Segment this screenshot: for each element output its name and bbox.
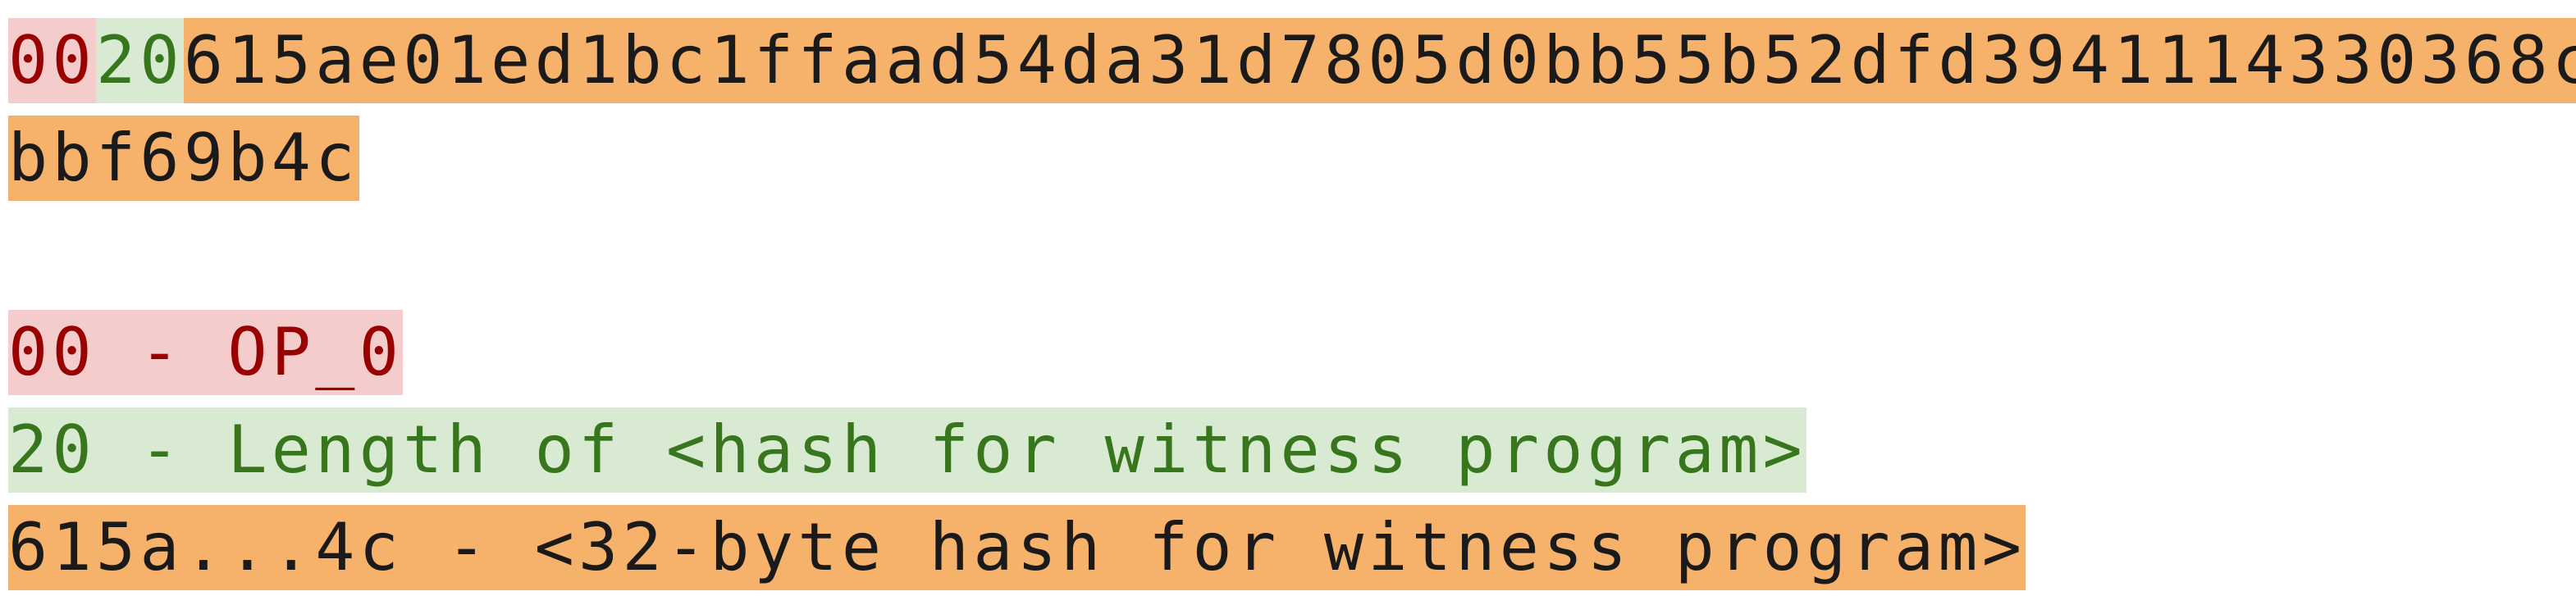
legend-hash-text: 615a...4c - <32-byte hash for witness pr… (8, 505, 2026, 590)
legend-op0-text: 00 - OP_0 (8, 310, 404, 395)
legend-hash-line: 615a...4c - <32-byte hash for witness pr… (8, 505, 2026, 590)
length-segment: 20 (95, 18, 184, 103)
op-code-segment: 00 (8, 18, 96, 103)
hash-segment-part-1: 615ae01ed1bc1ffaad54da31d7805d0bb55b52df… (183, 18, 2576, 103)
hex-line-2: bbf69b4c (8, 116, 359, 201)
hash-segment-part-2: bbf69b4c (8, 116, 359, 201)
legend-length-text: 20 - Length of <hash for witness program… (8, 407, 1807, 493)
legend-op0-line: 00 - OP_0 (8, 310, 404, 395)
hex-line-1: 00 20 615ae01ed1bc1ffaad54da31d7805d0bb55b… (8, 18, 2576, 103)
legend-length-line: 20 - Length of <hash for witness program… (8, 407, 1807, 493)
